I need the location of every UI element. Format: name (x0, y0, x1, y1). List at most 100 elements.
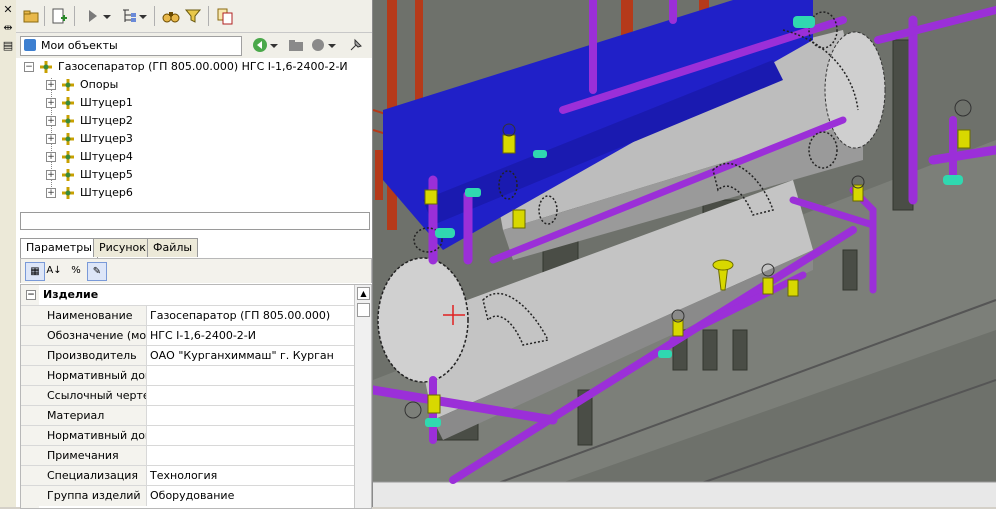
property-name: Производитель (21, 346, 147, 366)
percent-icon[interactable]: % (67, 262, 85, 279)
scroll-up-icon[interactable]: ▲ (357, 287, 370, 300)
folder-icon (24, 39, 36, 51)
categorized-icon[interactable]: ▦ (25, 262, 45, 281)
tree-item[interactable]: + Штуцер2 (46, 112, 346, 130)
close-icon[interactable]: ✕ (2, 4, 14, 16)
main-toolbar (16, 0, 372, 33)
expand-icon[interactable]: + (46, 98, 56, 108)
component-icon (62, 97, 74, 109)
property-row[interactable]: Нормативный докуме... (21, 425, 354, 446)
property-value[interactable]: Оборудование (148, 486, 356, 506)
chevron-down-icon[interactable] (102, 7, 112, 25)
property-group-header[interactable]: − Изделие (21, 285, 354, 305)
pin-icon[interactable]: ⇹ (2, 22, 14, 34)
property-row[interactable]: Ссылочный чертеж (21, 385, 354, 406)
property-value[interactable] (148, 366, 356, 386)
tree-item[interactable]: + Штуцер5 (46, 166, 346, 184)
tab-parameters[interactable]: Параметры (20, 238, 98, 258)
tree-item[interactable]: + Штуцер4 (46, 148, 346, 166)
chevron-down-icon[interactable] (328, 37, 336, 53)
tree-item-label: Штуцер1 (80, 96, 133, 109)
expand-icon[interactable]: + (46, 170, 56, 180)
property-value[interactable] (148, 386, 356, 406)
favorites-label: Мои объекты (41, 39, 118, 52)
chevron-down-icon[interactable] (138, 7, 148, 25)
toolbar-separator (44, 6, 45, 26)
property-value[interactable]: Газосепаратор (ГП 805.00.000) (148, 306, 356, 326)
collapse-icon[interactable]: − (24, 62, 34, 72)
component-icon (62, 133, 74, 145)
tree-item-label: Штуцер3 (80, 132, 133, 145)
expand-icon[interactable]: + (46, 80, 56, 90)
tab-files[interactable]: Файлы (147, 238, 199, 257)
property-grid: − Изделие Наименование Газосепаратор (ГП … (20, 284, 372, 509)
object-panel: Мои объекты − Газосепаратор (ГП 805.00.0… (16, 0, 373, 509)
filter-icon[interactable] (184, 7, 202, 25)
property-value[interactable] (148, 426, 356, 446)
tree-item-label: Штуцер5 (80, 168, 133, 181)
property-value[interactable]: Технология (148, 466, 356, 486)
component-icon (62, 169, 74, 181)
property-row[interactable]: Материал (21, 405, 354, 426)
expand-icon[interactable]: + (46, 188, 56, 198)
property-name: Наименование (21, 306, 147, 326)
property-row[interactable]: Примечания (21, 445, 354, 466)
property-name: Специализация (21, 466, 147, 486)
tree-item[interactable]: + Штуцер1 (46, 94, 346, 112)
tree-item[interactable]: + Штуцер6 (46, 184, 346, 202)
back-icon[interactable] (252, 37, 268, 53)
tree-view-icon[interactable] (120, 7, 138, 25)
toolbar-separator (208, 6, 209, 26)
open-folder-icon[interactable] (22, 7, 40, 25)
property-value[interactable]: НГС I-1,6-2400-2-И (148, 326, 356, 346)
tree-root[interactable]: − Газосепаратор (ГП 805.00.000) НГС I-1,… (24, 58, 364, 76)
object-tree: − Газосепаратор (ГП 805.00.000) НГС I-1,… (16, 58, 372, 208)
property-row[interactable]: Нормативный документ (21, 365, 354, 386)
property-row[interactable]: Группа изделий Оборудование (21, 485, 354, 506)
favorites-bar: Мои объекты (16, 33, 372, 59)
scroll-thumb[interactable] (357, 303, 370, 317)
edit-properties-icon[interactable]: ✎ (87, 262, 107, 281)
assembly-icon (40, 61, 52, 73)
panel-icon[interactable]: ▤ (2, 40, 14, 52)
tree-item[interactable]: + Штуцер3 (46, 130, 346, 148)
chevron-down-icon[interactable] (270, 37, 278, 53)
refresh-icon[interactable] (310, 37, 326, 53)
favorites-dropdown[interactable]: Мои объекты (20, 36, 242, 56)
expand-icon[interactable]: + (46, 134, 56, 144)
expand-icon[interactable]: + (46, 152, 56, 162)
property-name: Материал (21, 406, 147, 426)
pin-icon[interactable] (348, 37, 364, 53)
property-value[interactable] (148, 406, 356, 426)
collapse-icon[interactable]: − (26, 290, 36, 300)
property-row[interactable]: Наименование Газосепаратор (ГП 805.00.000… (21, 305, 354, 326)
binoculars-icon[interactable] (162, 7, 180, 25)
tab-drawing[interactable]: Рисунок (93, 238, 152, 257)
folder-up-icon[interactable] (288, 37, 304, 53)
property-row[interactable]: Специализация Технология (21, 465, 354, 486)
component-icon (62, 115, 74, 127)
plant-model (373, 0, 996, 507)
search-field[interactable] (20, 212, 370, 230)
side-strip: ✕ ⇹ ▤ (0, 0, 17, 507)
new-document-icon[interactable] (50, 7, 68, 25)
sort-az-icon[interactable]: A↓ (45, 262, 63, 279)
toolbar-separator (154, 6, 155, 26)
component-icon (62, 151, 74, 163)
copy-properties-icon[interactable] (216, 7, 234, 25)
property-row[interactable]: Производитель ОАО "Курганхиммаш" г. Курга… (21, 345, 354, 366)
tree-item-label: Штуцер6 (80, 186, 133, 199)
tree-item-label: Опоры (80, 78, 119, 91)
property-value[interactable] (148, 446, 356, 466)
toolbar-separator (74, 6, 75, 26)
property-value[interactable]: ОАО "Курганхиммаш" г. Курган (148, 346, 356, 366)
run-icon[interactable] (84, 7, 102, 25)
property-row[interactable]: Обозначение (модель)НГС I-1,6-2400-2-И (21, 325, 354, 346)
expand-icon[interactable]: + (46, 116, 56, 126)
tree-item[interactable]: + Опоры (46, 76, 346, 94)
tree-root-label: Газосепаратор (ГП 805.00.000) НГС I-1,6-… (58, 60, 348, 73)
component-icon (62, 79, 74, 91)
3d-viewport[interactable] (373, 0, 996, 507)
property-scrollbar[interactable]: ▲ (354, 285, 371, 508)
property-group-label: Изделие (43, 288, 99, 301)
